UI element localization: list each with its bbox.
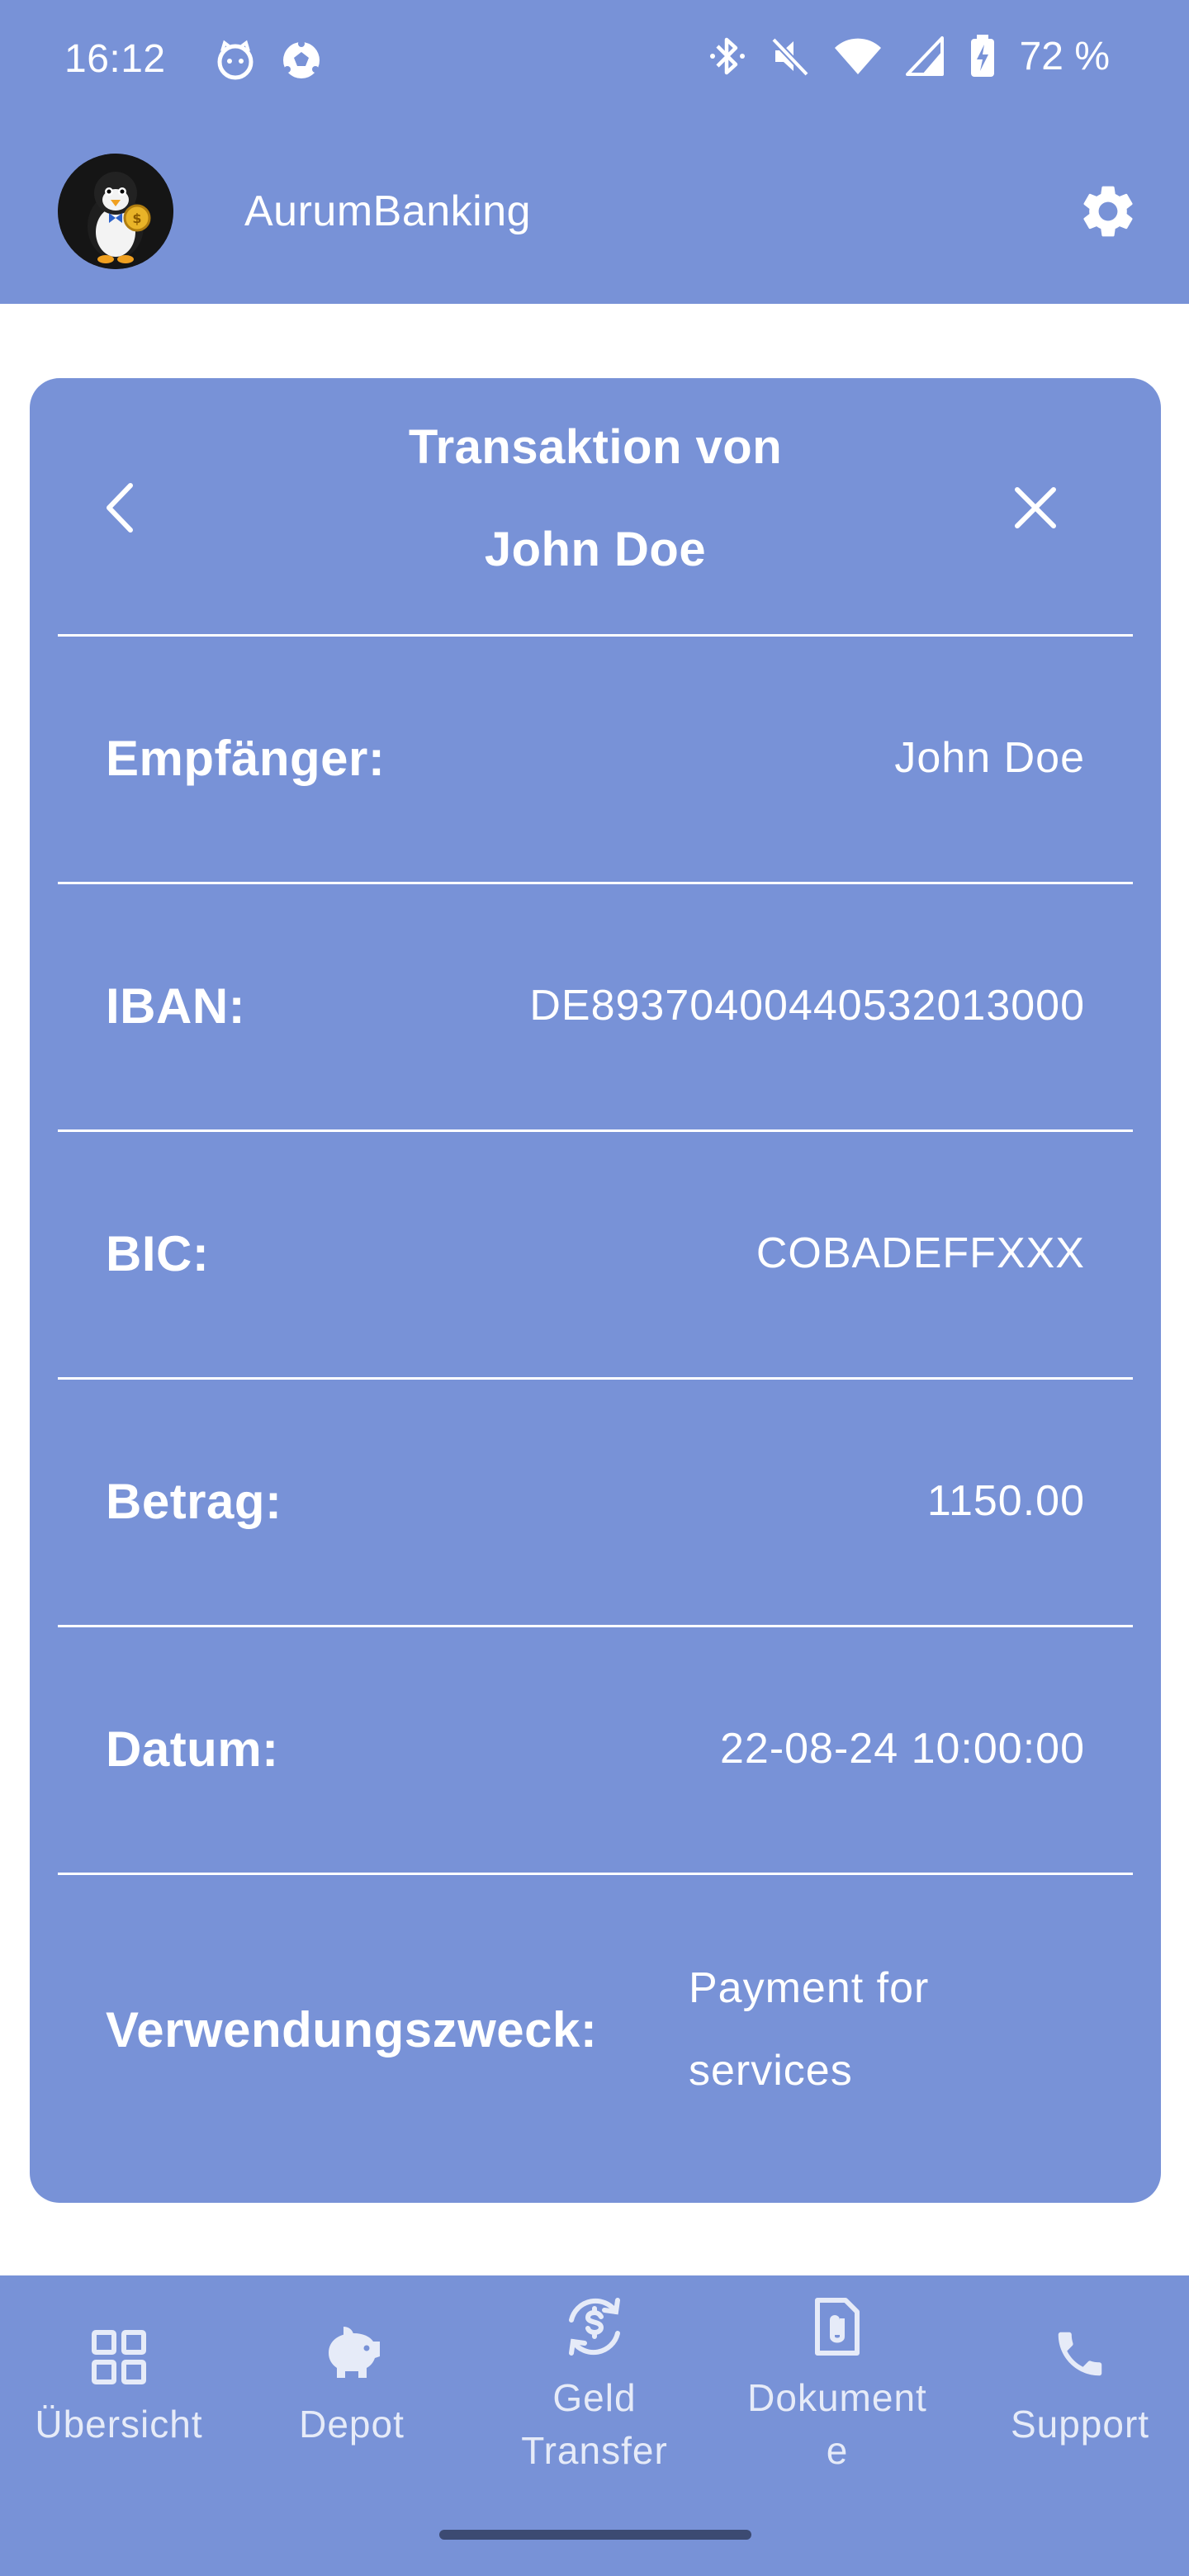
nav-label-line1: Dokument (747, 2376, 927, 2419)
detail-label: Betrag: (106, 1473, 282, 1529)
status-bar: 16:12 72 % (0, 0, 1189, 121)
detail-value: Payment for services (689, 1874, 1085, 2185)
piggy-bank-icon (320, 2325, 383, 2389)
detail-value: John Doe (894, 734, 1085, 782)
nav-label: Support (1010, 2403, 1150, 2446)
detail-label: BIC: (106, 1225, 210, 1281)
soccer-ball-icon (281, 40, 322, 81)
grid-icon (90, 2328, 148, 2390)
mute-icon (770, 33, 810, 79)
card-title-line1: Transaktion von (408, 420, 783, 474)
card-title-line2: John Doe (484, 523, 707, 576)
cat-notification-icon (215, 40, 256, 81)
detail-value: COBADEFFXXX (756, 1229, 1085, 1277)
gear-icon[interactable] (1077, 180, 1139, 243)
bluetooth-icon (708, 33, 747, 79)
nav-item-support[interactable]: Support (961, 2275, 1189, 2523)
app-root: 16:12 72 % $ AurumBanking Transaktion vo… (0, 0, 1189, 2576)
status-time: 16:12 (64, 37, 166, 81)
detail-row-iban: IBAN: DE89370400440532013000 (30, 883, 1161, 1128)
document-icon (812, 2295, 862, 2362)
nav-label: Übersicht (35, 2403, 203, 2446)
nav-label-line2: Transfer (521, 2429, 668, 2472)
status-notification-icons (215, 40, 322, 81)
app-title: AurumBanking (244, 187, 532, 235)
detail-label: IBAN: (106, 978, 246, 1034)
detail-label: Empfänger: (106, 730, 386, 786)
battery-percentage: 72 % (1019, 34, 1110, 78)
nav-item-overview[interactable]: Übersicht (0, 2275, 238, 2523)
battery-charging-icon (969, 33, 997, 79)
nav-label: Depot (299, 2403, 405, 2446)
detail-row-recipient: Empfänger: John Doe (30, 636, 1161, 880)
phone-icon (1051, 2325, 1109, 2387)
penguin-logo-icon[interactable]: $ (58, 154, 173, 269)
status-system-icons: 72 % (708, 33, 1110, 79)
detail-value: DE89370400440532013000 (529, 982, 1085, 1030)
nav-item-money-transfer[interactable]: Geld Transfer (476, 2275, 713, 2523)
svg-text:$: $ (132, 211, 141, 226)
detail-row-date: Datum: 22-08-24 10:00:00 (30, 1627, 1161, 1871)
detail-row-purpose: Verwendungszweck: Payment for services (30, 1874, 1161, 2185)
detail-label: Datum: (106, 1721, 279, 1777)
detail-row-bic: BIC: COBADEFFXXX (30, 1131, 1161, 1376)
purpose-line2: services (689, 2047, 853, 2095)
cell-signal-icon (905, 33, 945, 79)
detail-label: Verwendungszweck: (106, 2001, 598, 2057)
transaction-card: Transaktion von John Doe Empfänger: John… (30, 378, 1161, 2203)
detail-row-amount: Betrag: 1150.00 (30, 1379, 1161, 1623)
home-indicator[interactable] (439, 2530, 751, 2540)
card-header: Transaktion von John Doe (30, 378, 1161, 634)
purpose-line1: Payment for (689, 1964, 930, 2012)
nav-item-depot[interactable]: Depot (233, 2275, 471, 2523)
detail-value: 1150.00 (926, 1477, 1085, 1525)
nav-item-documents[interactable]: Dokument e (718, 2275, 956, 2523)
app-bar: $ AurumBanking (0, 137, 1189, 286)
detail-value: 22-08-24 10:00:00 (719, 1725, 1085, 1773)
close-icon[interactable] (1009, 481, 1062, 534)
nav-label-line2: e (826, 2429, 849, 2472)
nav-label-line1: Geld (552, 2376, 637, 2419)
money-transfer-icon (560, 2292, 629, 2365)
wifi-icon (833, 33, 883, 79)
